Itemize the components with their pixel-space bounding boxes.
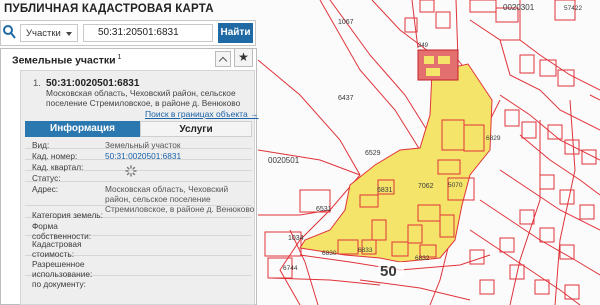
tab-information[interactable]: Информация xyxy=(25,121,140,137)
map-label: 6830 xyxy=(322,250,337,257)
map-label: 0020301 xyxy=(503,3,535,12)
map-label: 6832 xyxy=(415,255,430,262)
map-label: 6437 xyxy=(338,95,354,102)
map-label: 6829 xyxy=(486,135,501,142)
search-type-select[interactable]: Участки xyxy=(20,24,78,42)
favorite-button[interactable]: ★ xyxy=(234,48,253,67)
result-count: 1 xyxy=(117,54,122,61)
search-button[interactable]: Найти xyxy=(218,23,253,43)
loading-spinner-icon xyxy=(125,165,137,177)
map-label: 6831 xyxy=(377,187,393,194)
panel-heading: Земельные участки 1 xyxy=(12,54,121,67)
map-label: 6529 xyxy=(365,150,381,157)
map-label: 5070 xyxy=(448,182,463,189)
search-icon xyxy=(3,25,16,39)
chevron-down-icon xyxy=(66,32,72,36)
map-label: 6531 xyxy=(316,206,332,213)
map-label: 249 xyxy=(418,43,429,49)
app-title: ПУБЛИЧНАЯ КАДАСТРОВАЯ КАРТА xyxy=(4,3,214,15)
search-within-object-link[interactable]: Поиск в границах объекта → xyxy=(145,109,259,119)
building-block xyxy=(417,49,459,81)
map-label: 57422 xyxy=(564,5,582,12)
attr-label-use: Разрешенное использование: xyxy=(32,259,93,279)
panel-heading-text: Земельные участки xyxy=(12,54,116,67)
tab-services[interactable]: Услуги xyxy=(140,121,252,137)
attr-label-address: Адрес: xyxy=(32,184,59,194)
attr-label-doc: по документу: xyxy=(32,279,86,289)
result-index: 1. xyxy=(33,78,41,89)
search-input[interactable]: 50:31:20501:6831 xyxy=(83,24,213,42)
result-address: Московская область, Чеховский район, сел… xyxy=(46,88,241,108)
chevron-up-icon xyxy=(218,56,228,66)
map-label: 1067 xyxy=(338,19,354,26)
map-label: 7062 xyxy=(418,183,434,190)
map-label: 0020501 xyxy=(268,156,300,165)
search-type-label: Участки xyxy=(26,28,61,39)
map-label: 6744 xyxy=(283,265,298,272)
star-icon: ★ xyxy=(238,50,249,64)
collapse-button[interactable] xyxy=(215,51,231,67)
map-label: 6833 xyxy=(358,247,373,254)
road-number-label: 50 xyxy=(380,263,397,280)
map-label: 1034 xyxy=(288,235,304,242)
